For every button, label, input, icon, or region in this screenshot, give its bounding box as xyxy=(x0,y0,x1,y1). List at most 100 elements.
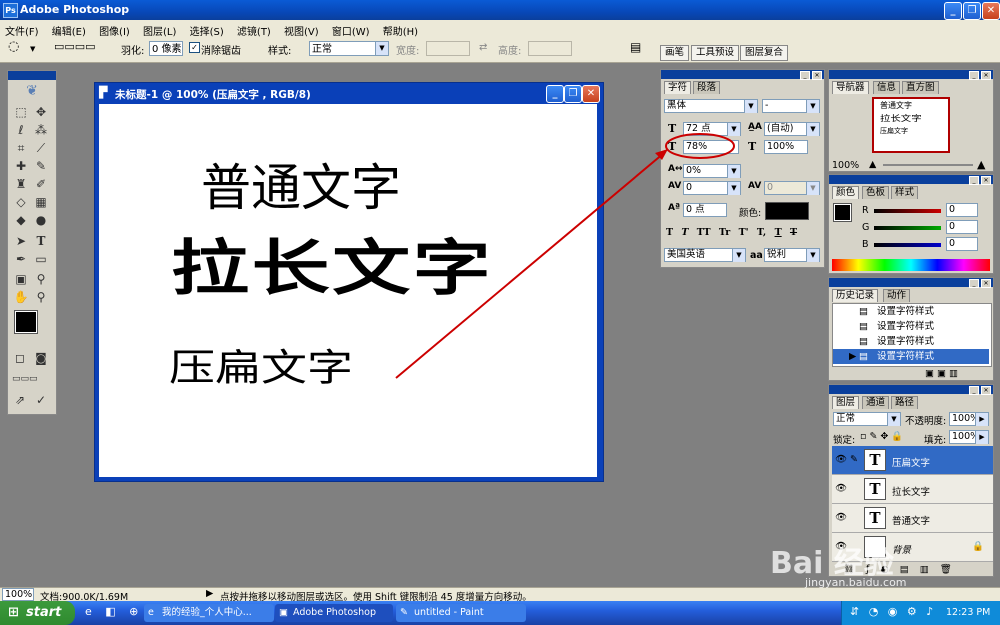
maximize-button[interactable]: ❐ xyxy=(963,2,981,20)
doc-minimize-button[interactable]: _ xyxy=(546,85,564,103)
blur-icon[interactable]: ◆ xyxy=(13,212,29,228)
zoom-in-icon[interactable]: ▲ xyxy=(977,158,985,171)
pen-icon[interactable]: ✒ xyxy=(13,251,29,267)
tracking-ratio-input[interactable]: 0% ▼ xyxy=(683,164,741,178)
vertical-scale-input[interactable]: 78% xyxy=(683,140,739,154)
panel-close-icon[interactable]: ✕ xyxy=(981,71,991,80)
hand-icon[interactable]: ✋ xyxy=(13,289,29,305)
squashed-text-layer[interactable]: 压扁文字 xyxy=(169,338,353,392)
menu-file[interactable]: 文件(F) xyxy=(0,20,44,38)
magic-wand-icon[interactable]: ⁂ xyxy=(33,122,49,138)
green-input[interactable]: 0 xyxy=(946,220,978,234)
layer-row-stretched-text[interactable]: 👁 T 拉长文字 xyxy=(832,475,993,504)
quick-launch-icons[interactable]: e ◧ ⊕ xyxy=(85,605,143,618)
dodge-icon[interactable]: ● xyxy=(33,212,49,228)
task-photoshop[interactable]: ▣ Adobe Photoshop xyxy=(275,604,393,622)
tray-icons[interactable]: ⇵ ◔ ◉ ⚙ ♪ xyxy=(850,605,936,618)
red-slider[interactable] xyxy=(874,209,941,213)
notes-icon[interactable]: ▣ xyxy=(13,271,29,287)
green-slider[interactable] xyxy=(874,226,941,230)
superscript-button[interactable]: T' xyxy=(739,227,749,238)
zoom-out-icon[interactable]: ▲ xyxy=(869,159,876,170)
type-tool-icon[interactable]: T xyxy=(33,233,49,249)
task-paint[interactable]: ✎ untitled - Paint xyxy=(396,604,526,622)
menu-window[interactable]: 窗口(W) xyxy=(327,20,375,38)
tab-paragraph[interactable]: 段落 xyxy=(693,81,721,94)
menu-image[interactable]: 图像(I) xyxy=(94,20,135,38)
normal-text-layer[interactable]: 普通文字 xyxy=(201,148,401,220)
faux-bold-button[interactable]: T xyxy=(666,227,673,238)
palette-well-icon[interactable]: ▤ xyxy=(630,40,641,54)
layer-row-normal-text[interactable]: 👁 T 普通文字 xyxy=(832,504,993,533)
swap-icon[interactable]: ⇄ xyxy=(479,42,487,53)
lock-option-icons[interactable]: ▫✎✥🔒 xyxy=(860,431,906,442)
menu-layer[interactable]: 图层(L) xyxy=(138,20,181,38)
lasso-icon[interactable]: ℓ xyxy=(13,122,29,138)
blue-slider[interactable] xyxy=(874,243,941,247)
history-snapshot-icons[interactable]: ▣ ▣ ▥ xyxy=(925,368,958,379)
panel-minimize-icon[interactable]: _ xyxy=(969,386,979,395)
kerning-input[interactable]: 0 ▼ xyxy=(683,181,741,195)
blend-mode-select[interactable]: 正常 ▼ xyxy=(833,412,901,426)
selection-mode-icons[interactable]: ▭▭▭▭ xyxy=(54,40,96,53)
tab-channels[interactable]: 通道 xyxy=(862,396,890,409)
panel-close-icon[interactable]: ✕ xyxy=(812,71,822,80)
tab-swatches[interactable]: 色板 xyxy=(862,186,890,199)
canvas[interactable]: 普通文字 拉长文字 压扁文字 xyxy=(99,104,597,477)
tab-info[interactable]: 信息 xyxy=(873,81,901,94)
history-brush-icon[interactable]: ✐ xyxy=(33,176,49,192)
history-item-current[interactable]: ▶ ▤ 设置字符样式 xyxy=(833,349,989,364)
brush-icon[interactable]: ✎ xyxy=(33,158,49,174)
marquee-icon[interactable]: ⬚ xyxy=(13,104,29,120)
opacity-input[interactable]: 100% ▶ xyxy=(949,412,989,426)
task-browser[interactable]: e 我的经验_个人中心... xyxy=(144,604,274,622)
healing-brush-icon[interactable]: ✚ xyxy=(13,158,29,174)
width-input[interactable] xyxy=(426,41,470,56)
marquee-tool-icon[interactable]: ◌ xyxy=(8,39,19,54)
faux-style-buttons[interactable]: T T TT Tr T' T, T T xyxy=(666,227,821,238)
antialias-checkbox[interactable]: ✓ xyxy=(189,42,200,54)
feather-input[interactable]: 0 像素 xyxy=(149,41,183,56)
panel-minimize-icon[interactable]: _ xyxy=(800,71,810,80)
eye-icon[interactable]: 👁 xyxy=(835,483,847,494)
doc-close-button[interactable]: ✕ xyxy=(582,85,600,103)
eraser-icon[interactable]: ◇ xyxy=(13,194,29,210)
tab-layer-comps[interactable]: 图层复合 xyxy=(740,45,789,61)
menu-select[interactable]: 选择(S) xyxy=(185,20,229,38)
tab-character[interactable]: 字符 xyxy=(664,81,692,94)
eye-icon[interactable]: 👁 xyxy=(835,454,847,465)
color-fg-swatch[interactable] xyxy=(833,203,852,222)
slice-icon[interactable]: ⟋ xyxy=(33,140,49,156)
eye-icon[interactable]: 👁 xyxy=(835,512,847,523)
tool-preset-arrow-icon[interactable]: ▼ xyxy=(30,45,35,53)
panel-minimize-icon[interactable]: _ xyxy=(969,279,979,288)
text-color-swatch[interactable] xyxy=(765,202,809,220)
tab-navigator[interactable]: 导航器 xyxy=(832,81,869,94)
all-caps-button[interactable]: TT xyxy=(697,227,711,238)
tab-brushes[interactable]: 画笔 xyxy=(660,45,690,61)
quick-mask-icon[interactable]: ◙ xyxy=(33,350,49,366)
tab-layers[interactable]: 图层 xyxy=(832,396,860,409)
move-icon[interactable]: ✥ xyxy=(33,104,49,120)
zoom-slider[interactable] xyxy=(883,164,973,166)
navigator-zoom-value[interactable]: 100% xyxy=(832,160,859,171)
zoom-icon[interactable]: ⚲ xyxy=(33,289,49,305)
antialias-select[interactable]: 锐利 ▼ xyxy=(764,248,820,262)
fill-input[interactable]: 100% ▶ xyxy=(949,430,989,444)
baseline-shift-input[interactable]: 0 点 xyxy=(683,203,727,217)
font-style-select[interactable]: - ▼ xyxy=(762,99,820,113)
blue-input[interactable]: 0 xyxy=(946,237,978,251)
eyedropper-icon[interactable]: ⚲ xyxy=(33,271,49,287)
panel-close-icon[interactable]: ✕ xyxy=(981,386,991,395)
jump-to-imageready-icon[interactable]: ⇗ xyxy=(12,392,28,408)
menu-view[interactable]: 视图(V) xyxy=(279,20,324,38)
red-input[interactable]: 0 xyxy=(946,203,978,217)
strikethrough-button[interactable]: T xyxy=(790,227,797,238)
panel-close-icon[interactable]: ✕ xyxy=(981,176,991,185)
panel-close-icon[interactable]: ✕ xyxy=(981,279,991,288)
tab-tool-presets[interactable]: 工具预设 xyxy=(691,45,740,61)
crop-icon[interactable]: ⌗ xyxy=(13,140,29,156)
leading-input[interactable]: (自动) ▼ xyxy=(764,122,820,136)
path-selection-icon[interactable]: ➤ xyxy=(13,233,29,249)
foreground-color-swatch[interactable] xyxy=(14,310,38,334)
